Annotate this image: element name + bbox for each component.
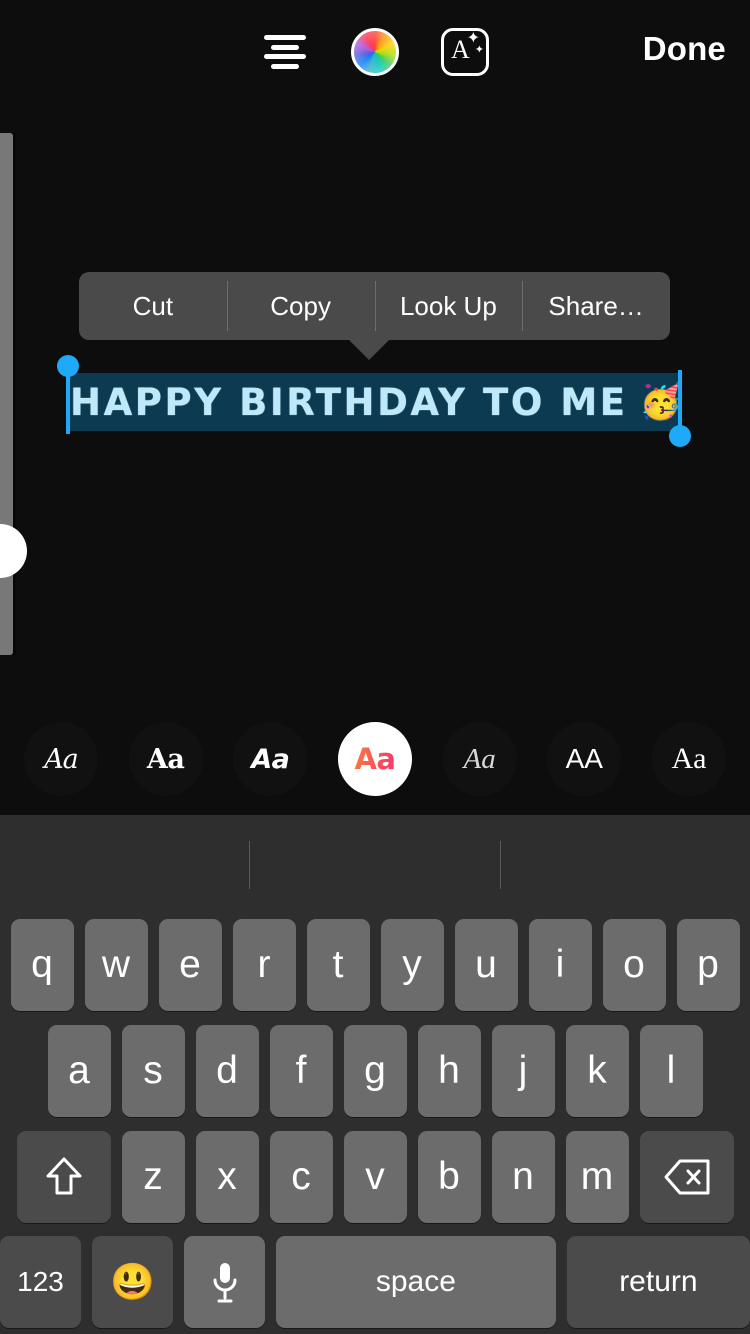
selection-handle-start[interactable] [57,355,79,377]
font-style-option-7[interactable]: Aa [651,722,726,796]
color-wheel-icon [351,28,399,76]
key-b[interactable]: b [417,1131,481,1223]
selection-handle-end[interactable] [669,425,691,447]
key-y[interactable]: y [380,919,444,1011]
prediction-slot-3[interactable] [501,841,750,889]
key-i[interactable]: i [528,919,592,1011]
text-edit-menu: Cut Copy Look Up Share… [79,272,670,340]
font-style-option-3[interactable]: Aa [233,722,308,796]
party-face-emoji: 🥳 [639,382,683,422]
story-text[interactable]: HAPPY BIRTHDAY TO ME 🥳 [70,372,690,432]
shift-arrow-icon [46,1157,81,1195]
key-c[interactable]: c [269,1131,333,1223]
on-screen-keyboard: q w e r t y u i o p a s d f g h j k l z … [0,815,750,1334]
text-align-center-icon [264,31,306,73]
menu-item-share[interactable]: Share… [522,272,670,340]
key-z[interactable]: z [121,1131,185,1223]
keyboard-row-1: q w e r t y u i o p [0,915,750,1015]
sparkle-small-icon: ✦ [474,44,484,56]
key-l[interactable]: l [639,1025,703,1117]
left-drawer-handle[interactable] [0,524,27,578]
menu-item-look-up[interactable]: Look Up [374,272,523,340]
key-o[interactable]: o [602,919,666,1011]
key-f[interactable]: f [269,1025,333,1117]
font-style-option-4-selected[interactable]: Aa [337,722,412,796]
microphone-icon [213,1263,237,1303]
text-align-center-button[interactable] [254,21,316,83]
font-style-label-2: Aa [146,743,185,775]
font-style-option-1[interactable]: Aa [24,722,98,796]
key-d[interactable]: d [195,1025,259,1117]
story-text-label: HAPPY BIRTHDAY TO ME [70,380,628,424]
key-k[interactable]: k [565,1025,629,1117]
done-button[interactable]: Done [643,30,726,68]
predictive-text-bar [0,815,750,913]
key-n[interactable]: n [491,1131,555,1223]
key-a[interactable]: a [47,1025,111,1117]
edit-menu-pointer [348,339,390,360]
menu-item-copy[interactable]: Copy [226,272,375,340]
key-g[interactable]: g [343,1025,407,1117]
return-key[interactable]: return [566,1236,750,1328]
key-u[interactable]: u [454,919,518,1011]
font-style-option-6[interactable]: AA [547,722,622,796]
font-style-label-4: Aa [354,742,396,776]
top-toolbar: A ✦ ✦ [0,0,750,104]
key-x[interactable]: x [195,1131,259,1223]
font-style-label-7: Aa [671,742,707,775]
prediction-slot-1[interactable] [0,841,249,889]
key-t[interactable]: t [306,919,370,1011]
key-h[interactable]: h [417,1025,481,1117]
key-q[interactable]: q [10,919,74,1011]
font-style-option-5[interactable]: Aa [442,722,517,796]
key-s[interactable]: s [121,1025,185,1117]
numbers-key[interactable]: 123 [0,1236,82,1328]
key-v[interactable]: v [343,1131,407,1223]
dictation-key[interactable] [184,1236,266,1328]
backspace-key[interactable] [639,1131,734,1223]
space-key[interactable]: space [276,1236,556,1328]
text-effects-icon: A ✦ ✦ [441,28,489,76]
text-effects-button[interactable]: A ✦ ✦ [434,21,496,83]
story-canvas[interactable]: A ✦ ✦ Done Cut Copy Look Up Share… HAPPY… [0,0,750,815]
font-style-picker: Aa Aa Aa Aa Aa AA Aa [0,716,750,802]
shift-key[interactable] [16,1131,111,1223]
emoji-key[interactable]: 😃 [92,1236,174,1328]
font-style-label-6: AA [565,743,603,774]
font-style-label-3: Aa [251,743,290,775]
left-drawer-shadow [13,133,17,655]
key-w[interactable]: w [84,919,148,1011]
keyboard-row-3: z x c v b n m [0,1127,750,1227]
key-e[interactable]: e [158,919,222,1011]
font-style-label-5: Aa [463,742,496,775]
prediction-slot-2[interactable] [250,841,500,889]
font-style-label-1: Aa [44,743,79,775]
font-style-option-2[interactable]: Aa [128,722,203,796]
backspace-icon [664,1159,709,1195]
emoji-smiley-icon: 😃 [110,1261,155,1302]
menu-item-cut[interactable]: Cut [79,272,227,340]
keyboard-row-2: a s d f g h j k l [0,1021,750,1121]
key-r[interactable]: r [232,919,296,1011]
color-picker-button[interactable] [344,21,406,83]
key-j[interactable]: j [491,1025,555,1117]
selection-bar-start [66,370,70,434]
key-m[interactable]: m [565,1131,629,1223]
key-p[interactable]: p [676,919,740,1011]
keyboard-row-4: 123 😃 space return [0,1233,750,1331]
